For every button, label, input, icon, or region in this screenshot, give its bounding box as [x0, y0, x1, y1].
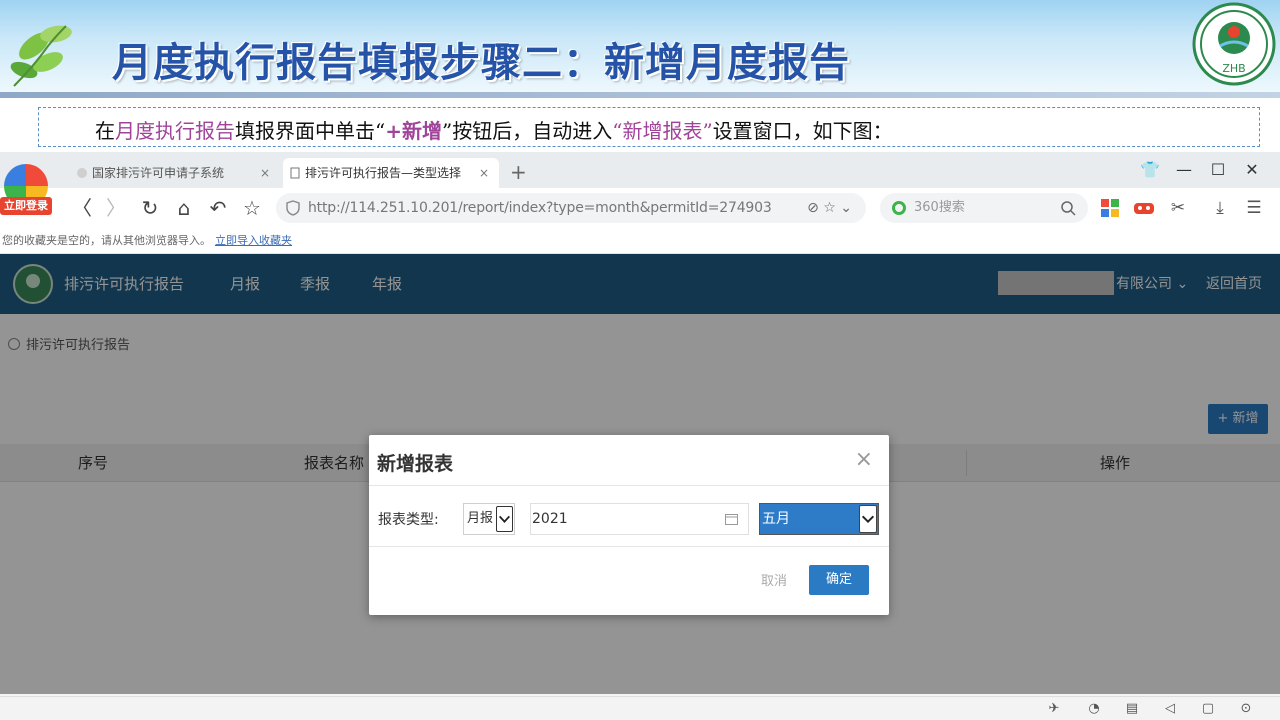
zhb-logo-text: ZHB: [1222, 62, 1245, 75]
dialog-divider: [369, 546, 889, 547]
bookmark-empty-text: 您的收藏夹是空的，请从其他浏览器导入。: [2, 234, 211, 247]
forward-button[interactable]: 〉: [104, 196, 128, 220]
close-tab-icon[interactable]: ×: [479, 158, 489, 188]
search-placeholder[interactable]: 360搜索: [914, 193, 965, 223]
login-button[interactable]: 立即登录: [0, 197, 52, 215]
search-field[interactable]: 360搜索: [880, 193, 1088, 223]
minimize-button[interactable]: —: [1170, 158, 1198, 182]
browser-window: 国家排污许可申请子系统 × 排污许可执行报告—类型选择 × + 👕 — ☐ ✕ …: [0, 152, 1280, 720]
zhb-logo-icon: ZHB: [1192, 2, 1276, 86]
address-bar: 〈 〉 ↻ ⌂ ↶ ☆ http://114.251.10.201/report…: [0, 188, 1280, 228]
360-search-icon: [892, 201, 906, 215]
month-select[interactable]: 五月: [759, 503, 879, 535]
url-actions[interactable]: ⊘ ☆ ⌄: [807, 193, 852, 223]
search-icon[interactable]: [1060, 200, 1076, 216]
url-field[interactable]: http://114.251.10.201/report/index?type=…: [276, 193, 866, 223]
instruction-text: 在月度执行报告填报界面中单击“+新增”按钮后，自动进入“新增报表”设置窗口，如下…: [38, 107, 1260, 147]
report-type-select[interactable]: 月报: [463, 503, 515, 535]
globe-icon: [77, 168, 87, 178]
bookmark-bar: 您的收藏夹是空的，请从其他浏览器导入。 立即导入收藏夹: [0, 228, 1280, 254]
report-type-value: 月报: [467, 511, 494, 526]
download-icon[interactable]: ⤓: [1208, 196, 1232, 220]
leaf-logo-icon: [10, 25, 72, 87]
chevron-down-icon[interactable]: [859, 505, 877, 533]
calendar-icon[interactable]: [725, 513, 738, 525]
month-value: 五月: [762, 511, 790, 527]
apps-icon[interactable]: [1098, 196, 1122, 220]
report-type-label: 报表类型:: [378, 512, 439, 528]
close-window-button[interactable]: ✕: [1238, 158, 1266, 182]
cancel-button[interactable]: 取消: [749, 567, 799, 597]
page-icon: [290, 167, 300, 179]
import-bookmarks-link[interactable]: 立即导入收藏夹: [215, 234, 292, 247]
trash-icon[interactable]: ▤: [1124, 701, 1140, 717]
dialog-title: 新增报表: [377, 453, 454, 475]
skin-icon[interactable]: 👕: [1136, 158, 1164, 182]
chevron-down-icon[interactable]: [496, 506, 513, 532]
window-icon[interactable]: ▢: [1200, 701, 1216, 717]
close-dialog-icon[interactable]: ×: [855, 447, 873, 473]
tab-permit-system[interactable]: 国家排污许可申请子系统 ×: [70, 158, 280, 188]
url-text[interactable]: http://114.251.10.201/report/index?type=…: [308, 193, 772, 223]
maximize-button[interactable]: ☐: [1204, 158, 1232, 182]
slide-header: 月度执行报告填报步骤二：新增月度报告 ZHB: [0, 0, 1280, 92]
tab-bar: 国家排污许可申请子系统 × 排污许可执行报告—类型选择 × + 👕 — ☐ ✕: [0, 152, 1280, 188]
new-report-dialog: 新增报表 × 报表类型: 月报 2021 五月 取消 确定: [369, 435, 889, 615]
bookmark-star-button[interactable]: ☆: [240, 196, 264, 220]
game-icon[interactable]: [1132, 196, 1156, 220]
scissors-icon[interactable]: ✂: [1166, 196, 1190, 220]
undo-close-button[interactable]: ↶: [206, 196, 230, 220]
rocket-icon[interactable]: ✈: [1046, 701, 1062, 717]
menu-icon[interactable]: ☰: [1242, 196, 1266, 220]
year-value: 2021: [532, 511, 568, 527]
reload-button[interactable]: ↻: [138, 196, 162, 220]
year-input[interactable]: 2021: [530, 503, 749, 535]
slide: 月度执行报告填报步骤二：新增月度报告 ZHB 在月度执行报告填报界面中单击“+新…: [0, 0, 1280, 720]
zoom-icon[interactable]: ⊙: [1238, 701, 1254, 717]
dialog-divider: [369, 485, 889, 486]
speed-icon[interactable]: ◔: [1086, 701, 1102, 717]
header-divider: [0, 92, 1280, 98]
back-button[interactable]: 〈: [70, 196, 94, 220]
volume-icon[interactable]: ◁: [1162, 701, 1178, 717]
tab-report-type[interactable]: 排污许可执行报告—类型选择 ×: [283, 158, 499, 188]
web-page: 排污许可执行报告 月报 季报 年报 有限公司 ⌄ 返回首页 排污许可执行报告 +…: [0, 254, 1280, 694]
close-tab-icon[interactable]: ×: [260, 158, 270, 188]
shield-icon: [286, 200, 300, 216]
home-button[interactable]: ⌂: [172, 196, 196, 220]
new-tab-button[interactable]: +: [510, 158, 527, 186]
confirm-button[interactable]: 确定: [809, 565, 869, 595]
status-bar: ✈ ◔ ▤ ◁ ▢ ⊙: [0, 696, 1280, 720]
slide-title: 月度执行报告填报步骤二：新增月度报告: [112, 40, 850, 86]
